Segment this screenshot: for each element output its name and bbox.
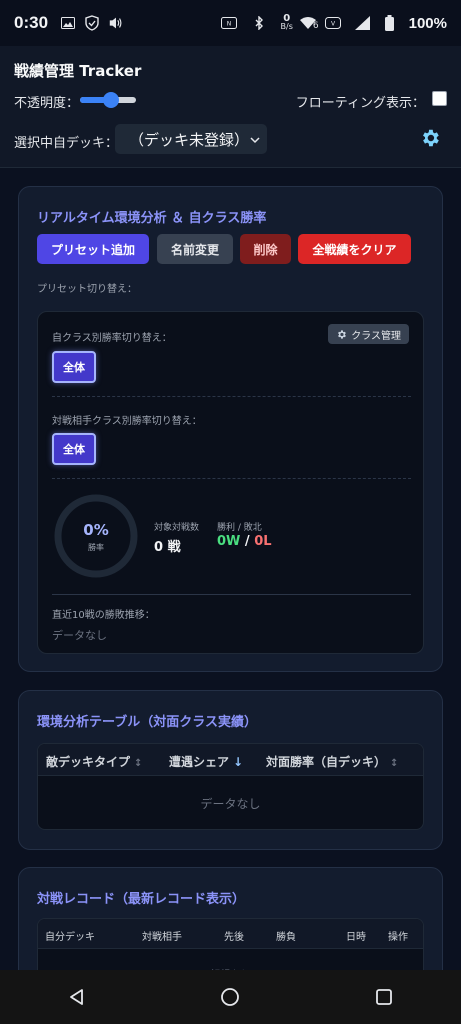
net-speed-unit: B/s — [280, 22, 293, 31]
divider — [52, 478, 411, 479]
divider — [52, 594, 411, 595]
env-table-empty: データなし — [200, 797, 261, 811]
gear-icon — [423, 129, 439, 147]
opacity-slider-thumb[interactable] — [102, 92, 119, 108]
nfc-icon: N — [220, 15, 237, 31]
wins-value: 0W — [217, 534, 241, 549]
recents-icon — [376, 989, 393, 1005]
own-class-all-button[interactable]: 全体 — [52, 351, 96, 383]
total-matches-value: 0 戦 — [154, 540, 181, 555]
home-icon — [221, 988, 240, 1006]
opacity-label: 不透明度： — [14, 96, 80, 111]
svg-text:N: N — [226, 21, 231, 28]
preset-switch-label: プリセット切り替え： — [37, 284, 137, 295]
column-header-result: 勝負 — [276, 932, 296, 943]
column-header-actions: 操作 — [388, 932, 408, 943]
deck-select[interactable]: （デッキ未登録） — [115, 124, 267, 154]
recents-button[interactable] — [364, 977, 404, 1017]
records-table-header: 自分デッキ 対戦相手 先後 勝負 日時 操作 — [38, 919, 423, 949]
shield-icon — [84, 15, 100, 31]
recent-trend-label: 直近10戦の勝敗推移： — [52, 610, 155, 621]
column-label: 遭遇シェア — [169, 755, 230, 769]
column-header-enemy-deck[interactable]: 敵デッキタイプ ↕ — [46, 753, 142, 770]
opacity-slider[interactable] — [80, 92, 136, 108]
opp-class-label: 対戦相手クラス別勝率切り替え： — [52, 416, 202, 427]
navigation-bar — [0, 970, 461, 1024]
sort-icon: ↕ — [390, 758, 399, 769]
status-time: 0:30 — [14, 13, 49, 32]
column-header-turn-order: 先後 — [224, 932, 244, 943]
settings-gear-button[interactable] — [419, 127, 441, 149]
winrate-sublabel: 勝率 — [88, 543, 104, 552]
net-type: 6 — [312, 21, 319, 31]
volte-icon: V — [324, 15, 341, 31]
battery-percent: 100% — [408, 14, 447, 32]
records-title: 対戦レコード（最新レコード表示） — [37, 892, 246, 907]
signal-icon — [354, 15, 371, 31]
volume-icon — [108, 15, 124, 31]
bluetooth-icon — [251, 15, 267, 31]
env-table-title: 環境分析テーブル（対面クラス実績） — [37, 715, 257, 730]
back-button[interactable] — [57, 977, 97, 1017]
recent-trend-empty: データなし — [52, 629, 107, 642]
own-class-label: 自クラス別勝率切り替え： — [52, 333, 172, 344]
column-label: 対面勝率（自デッキ） — [266, 755, 387, 769]
add-preset-button[interactable]: プリセット追加 — [37, 234, 149, 264]
deck-label: 選択中自デッキ： — [14, 136, 119, 151]
winrate-percent: 0% — [83, 521, 109, 539]
deck-select-value: （デッキ未登録） — [129, 130, 250, 149]
svg-text:V: V — [331, 21, 336, 28]
opp-class-all-button[interactable]: 全体 — [52, 433, 96, 465]
total-matches-label: 対象対戦数 — [154, 523, 200, 533]
rename-button[interactable]: 名前変更 — [157, 234, 233, 264]
win-loss-separator: / — [240, 534, 255, 549]
battery-icon — [385, 15, 395, 31]
home-button[interactable] — [210, 977, 250, 1017]
env-table-card: 環境分析テーブル（対面クラス実績） 敵デッキタイプ ↕ 遭遇シェア ↓ 対面勝率（自… — [18, 690, 443, 850]
app-header: 戦績管理 Tracker 不透明度： フローティング表示： 選択中自デッキ： （… — [0, 46, 461, 168]
column-header-own-deck: 自分デッキ — [45, 932, 95, 943]
column-header-matchup-winrate[interactable]: 対面勝率（自デッキ） ↕ — [266, 753, 398, 770]
analysis-title: リアルタイム環境分析 ＆ 自クラス勝率 — [37, 211, 267, 226]
floating-label: フローティング表示： — [295, 96, 425, 111]
image-icon — [60, 15, 76, 31]
divider — [52, 396, 411, 397]
back-icon — [69, 989, 83, 1005]
delete-button[interactable]: 削除 — [240, 234, 291, 264]
app-title: 戦績管理 Tracker — [14, 62, 142, 80]
gear-icon — [338, 329, 347, 339]
column-label: 敵デッキタイプ — [46, 755, 131, 769]
class-manage-button[interactable]: クラス管理 — [328, 324, 409, 344]
analysis-card: リアルタイム環境分析 ＆ 自クラス勝率 プリセット追加 名前変更 削除 全戦績を… — [18, 186, 443, 672]
win-loss-label: 勝利 / 敗北 — [217, 523, 262, 533]
env-table: 敵デッキタイプ ↕ 遭遇シェア ↓ 対面勝率（自デッキ） ↕ データなし — [37, 743, 424, 830]
sort-icon: ↕ — [134, 758, 143, 769]
chevron-down-icon — [249, 132, 261, 150]
floating-checkbox[interactable] — [432, 91, 447, 106]
column-header-encounter-share[interactable]: 遭遇シェア ↓ — [169, 753, 243, 770]
class-manage-label: クラス管理 — [351, 330, 401, 342]
sort-icon: ↓ — [233, 755, 244, 769]
column-header-opponent: 対戦相手 — [142, 932, 182, 943]
column-header-datetime: 日時 — [346, 932, 366, 943]
losses-value: 0L — [254, 534, 272, 549]
status-right: N 0 B/s 6 V 100% — [220, 14, 447, 32]
env-table-header: 敵デッキタイプ ↕ 遭遇シェア ↓ 対面勝率（自デッキ） ↕ — [38, 744, 423, 776]
net-speed: 0 B/s — [280, 14, 293, 31]
clear-all-button[interactable]: 全戦績をクリア — [298, 234, 411, 264]
winrate-panel: 自クラス別勝率切り替え： クラス管理 全体 対戦相手クラス別勝率切り替え： 全体… — [37, 311, 424, 654]
status-bar: 0:30 N 0 B/s 6 V 100% — [0, 0, 461, 46]
wifi-icon: 6 — [299, 16, 319, 31]
win-loss-value: 0W / 0L — [217, 534, 272, 549]
